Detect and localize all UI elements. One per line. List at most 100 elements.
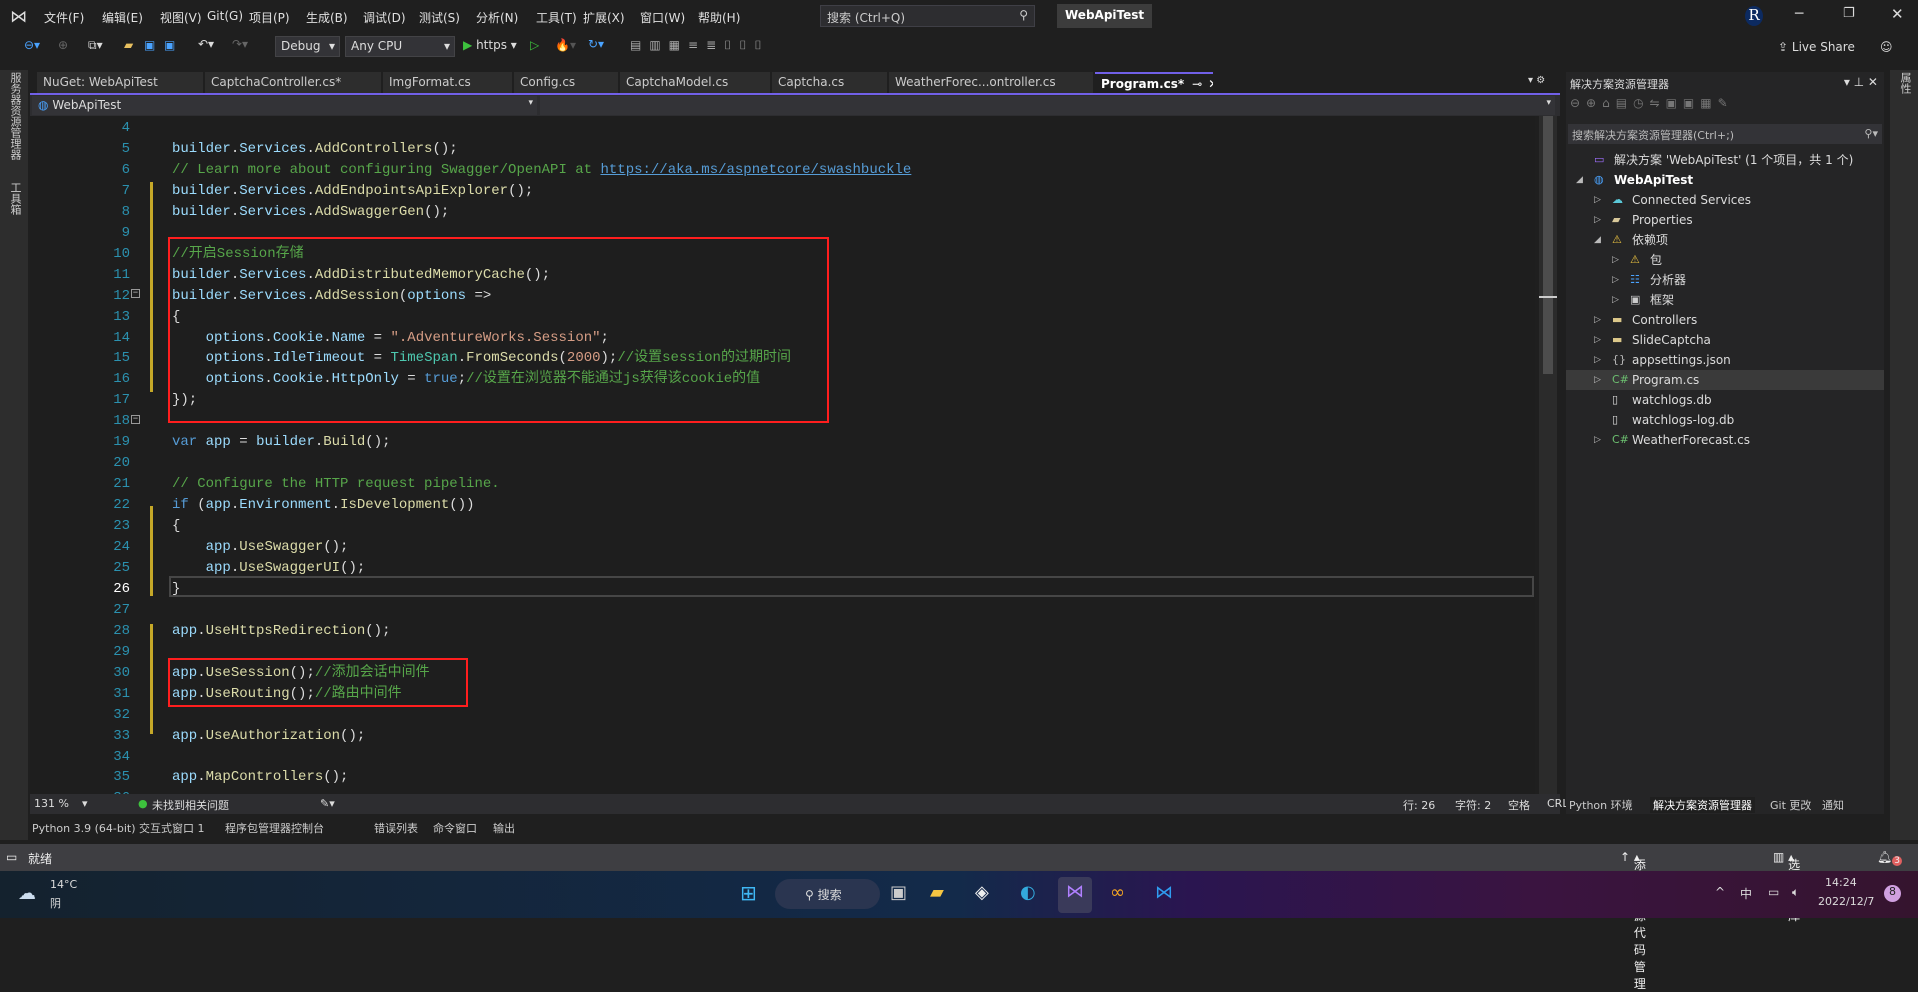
menu-item-1[interactable]: 编辑(E) bbox=[102, 9, 143, 26]
volume-icon[interactable]: 🔈︎ bbox=[1792, 885, 1799, 900]
close-button[interactable]: ✕ bbox=[1891, 5, 1904, 23]
expander-icon[interactable]: ▷ bbox=[1594, 370, 1601, 390]
tab-notifications[interactable]: 通知 bbox=[1822, 797, 1844, 813]
code-line[interactable]: if (app.Environment.IsDevelopment()) bbox=[172, 495, 475, 516]
feedback-icon[interactable]: ☺ bbox=[1880, 40, 1893, 54]
collapse-icon[interactable]: − bbox=[131, 289, 140, 298]
code-line[interactable]: app.UseSwaggerUI(); bbox=[172, 558, 366, 579]
search-input[interactable]: 搜索 (Ctrl+Q) ⚲ bbox=[820, 5, 1035, 27]
add-source-control-button[interactable]: ↑ 添加到源代码管理 ▴ bbox=[1620, 850, 1646, 991]
save-all-icon[interactable]: ▣ bbox=[164, 38, 175, 52]
start-without-debug-icon[interactable]: ▷ bbox=[530, 38, 539, 52]
tab-error-list[interactable]: 错误列表 bbox=[374, 820, 418, 836]
cleanup-icon[interactable]: ✎▾ bbox=[320, 797, 335, 810]
select-repo-button[interactable]: ▥ 选择仓库 ▴ bbox=[1773, 850, 1800, 923]
tab-output[interactable]: 输出 bbox=[493, 820, 515, 836]
tab-4[interactable]: CaptchaModel.cs bbox=[620, 72, 770, 93]
collapse-icon[interactable]: − bbox=[131, 415, 140, 424]
taskbar-search[interactable]: ⚲ 搜索 bbox=[775, 879, 880, 909]
expander-icon[interactable]: ◢ bbox=[1576, 170, 1583, 190]
tree-item[interactable]: ▷ ⚠ 包 bbox=[1566, 250, 1884, 270]
menu-item-12[interactable]: 帮助(H) bbox=[698, 9, 740, 26]
tree-item[interactable]: ◢ ⚠ 依赖项 bbox=[1566, 230, 1884, 250]
zoom-dropdown[interactable]: 131 % bbox=[34, 797, 69, 810]
tree-item[interactable]: ▭ 解决方案 'WebApiTest' (1 个项目，共 1 个) bbox=[1566, 150, 1884, 170]
menu-item-6[interactable]: 调试(D) bbox=[363, 9, 406, 26]
back-icon[interactable]: ⊖▾ bbox=[24, 38, 40, 52]
properties-tab[interactable]: 属性 bbox=[1897, 72, 1913, 94]
menu-item-4[interactable]: 项目(P) bbox=[249, 9, 290, 26]
config-dropdown[interactable]: Debug ▾ bbox=[275, 36, 340, 57]
tab-overflow-icon[interactable]: ▾ ⚙ bbox=[1528, 75, 1545, 86]
menu-item-11[interactable]: 窗口(W) bbox=[640, 9, 685, 26]
scroll-thumb[interactable] bbox=[1543, 116, 1553, 374]
code-line[interactable]: // Learn more about configuring Swagger/… bbox=[172, 160, 911, 181]
expander-icon[interactable]: ▷ bbox=[1594, 190, 1601, 210]
code-line[interactable]: app.UseAuthorization(); bbox=[172, 726, 365, 747]
refresh-icon[interactable]: ↻▾ bbox=[588, 37, 604, 51]
ime-indicator[interactable]: 中 bbox=[1740, 885, 1752, 902]
hot-reload-icon[interactable]: 🔥▾ bbox=[555, 38, 576, 52]
live-share-button[interactable]: ⇪ Live Share bbox=[1778, 40, 1855, 54]
code-line[interactable]: // Configure the HTTP request pipeline. bbox=[172, 474, 500, 495]
solution-explorer-toolbar[interactable]: ⊖⊕⌂▤◷⇋▣▣▦✎ bbox=[1570, 96, 1880, 118]
tree-item[interactable]: ▷ ☷ 分析器 bbox=[1566, 270, 1884, 290]
notification-badge[interactable]: 8 bbox=[1884, 885, 1901, 902]
code-line[interactable]: builder.Services.AddControllers(); bbox=[172, 139, 458, 160]
tab-5[interactable]: Captcha.cs bbox=[772, 72, 887, 93]
store-icon[interactable]: ◈ bbox=[975, 882, 989, 903]
network-icon[interactable]: ▭ bbox=[1768, 885, 1779, 899]
tab-git-changes[interactable]: Git 更改 bbox=[1770, 797, 1811, 813]
tab-2[interactable]: ImgFormat.cs bbox=[383, 72, 512, 93]
toolbar-icons[interactable]: ▤▥▦≡≣⌷⌷⌷ bbox=[630, 38, 770, 53]
expander-icon[interactable]: ▷ bbox=[1594, 430, 1601, 450]
menu-item-7[interactable]: 测试(S) bbox=[419, 9, 460, 26]
server-explorer-tab[interactable]: 服务器资源管理器 bbox=[7, 72, 23, 160]
avatar[interactable]: R bbox=[1745, 6, 1763, 26]
expander-icon[interactable]: ◢ bbox=[1594, 230, 1601, 250]
redo-icon[interactable]: ↷▾ bbox=[232, 37, 248, 51]
panel-controls-icon[interactable]: ▾ ⊥ ✕ bbox=[1844, 75, 1878, 89]
expander-icon[interactable]: ▷ bbox=[1612, 270, 1619, 290]
solution-search-input[interactable]: 搜索解决方案资源管理器(Ctrl+;) ⚲▾ bbox=[1568, 124, 1882, 144]
clock-time[interactable]: 14:24 bbox=[1825, 876, 1857, 889]
task-view-icon[interactable]: ▣ bbox=[890, 882, 907, 903]
code-line[interactable]: var app = builder.Build(); bbox=[172, 432, 391, 453]
app-icon[interactable]: ∞ bbox=[1110, 882, 1125, 903]
tree-item[interactable]: ▷ ☁ Connected Services bbox=[1566, 190, 1884, 210]
tab-6[interactable]: WeatherForec...ontroller.cs bbox=[889, 72, 1093, 93]
tree-item[interactable]: ▷ C# WeatherForecast.cs bbox=[1566, 430, 1884, 450]
whitespace-indicator[interactable]: 空格 bbox=[1508, 797, 1530, 813]
start-icon[interactable]: ⊞ bbox=[740, 881, 757, 905]
code-line[interactable]: app.UseHttpsRedirection(); bbox=[172, 621, 390, 642]
close-tab-icon[interactable]: ✕ bbox=[1208, 77, 1213, 91]
clock-date[interactable]: 2022/12/7 bbox=[1818, 895, 1874, 908]
toolbox-tab[interactable]: 工具箱 bbox=[7, 182, 23, 215]
menu-item-8[interactable]: 分析(N) bbox=[476, 9, 518, 26]
file-explorer-icon[interactable]: ▰ bbox=[930, 882, 944, 903]
code-line[interactable]: builder.Services.AddEndpointsApiExplorer… bbox=[172, 181, 533, 202]
edge-icon[interactable]: ◐ bbox=[1020, 882, 1036, 903]
project-dropdown[interactable]: ◍ WebApiTest ▾ bbox=[32, 96, 537, 115]
platform-dropdown[interactable]: Any CPU ▾ bbox=[345, 36, 455, 57]
tab-python-interactive[interactable]: Python 3.9 (64-bit) 交互式窗口 1 bbox=[32, 820, 205, 836]
tree-item[interactable]: ▷ ▬ SlideCaptcha bbox=[1566, 330, 1884, 350]
tree-item[interactable]: ◢ ◍ WebApiTest bbox=[1566, 170, 1884, 190]
editor-scrollbar[interactable] bbox=[1539, 116, 1557, 794]
tree-item[interactable]: ▷ ▰ Properties bbox=[1566, 210, 1884, 230]
expander-icon[interactable]: ▷ bbox=[1612, 290, 1619, 310]
restore-button[interactable]: ❐ bbox=[1843, 6, 1855, 21]
tab-command-window[interactable]: 命令窗口 bbox=[433, 820, 477, 836]
save-icon[interactable]: ▣ bbox=[144, 38, 155, 52]
code-line[interactable]: } bbox=[172, 579, 180, 600]
tab-3[interactable]: Config.cs bbox=[514, 72, 618, 93]
tree-item[interactable]: ▷ ▬ Controllers bbox=[1566, 310, 1884, 330]
tab-7[interactable]: Program.cs* ⊸ ✕ bbox=[1095, 72, 1213, 93]
tab-python-env[interactable]: Python 环境 bbox=[1569, 797, 1633, 813]
vscode-icon[interactable]: ⋈ bbox=[1155, 882, 1173, 903]
tree-item[interactable]: ▷ {} appsettings.json bbox=[1566, 350, 1884, 370]
tree-item[interactable]: ▷ C# Program.cs bbox=[1566, 370, 1884, 390]
new-project-icon[interactable]: ⧉▾ bbox=[88, 38, 103, 53]
menu-item-5[interactable]: 生成(B) bbox=[306, 9, 348, 26]
code-line[interactable]: app.UseSwagger(); bbox=[172, 537, 349, 558]
